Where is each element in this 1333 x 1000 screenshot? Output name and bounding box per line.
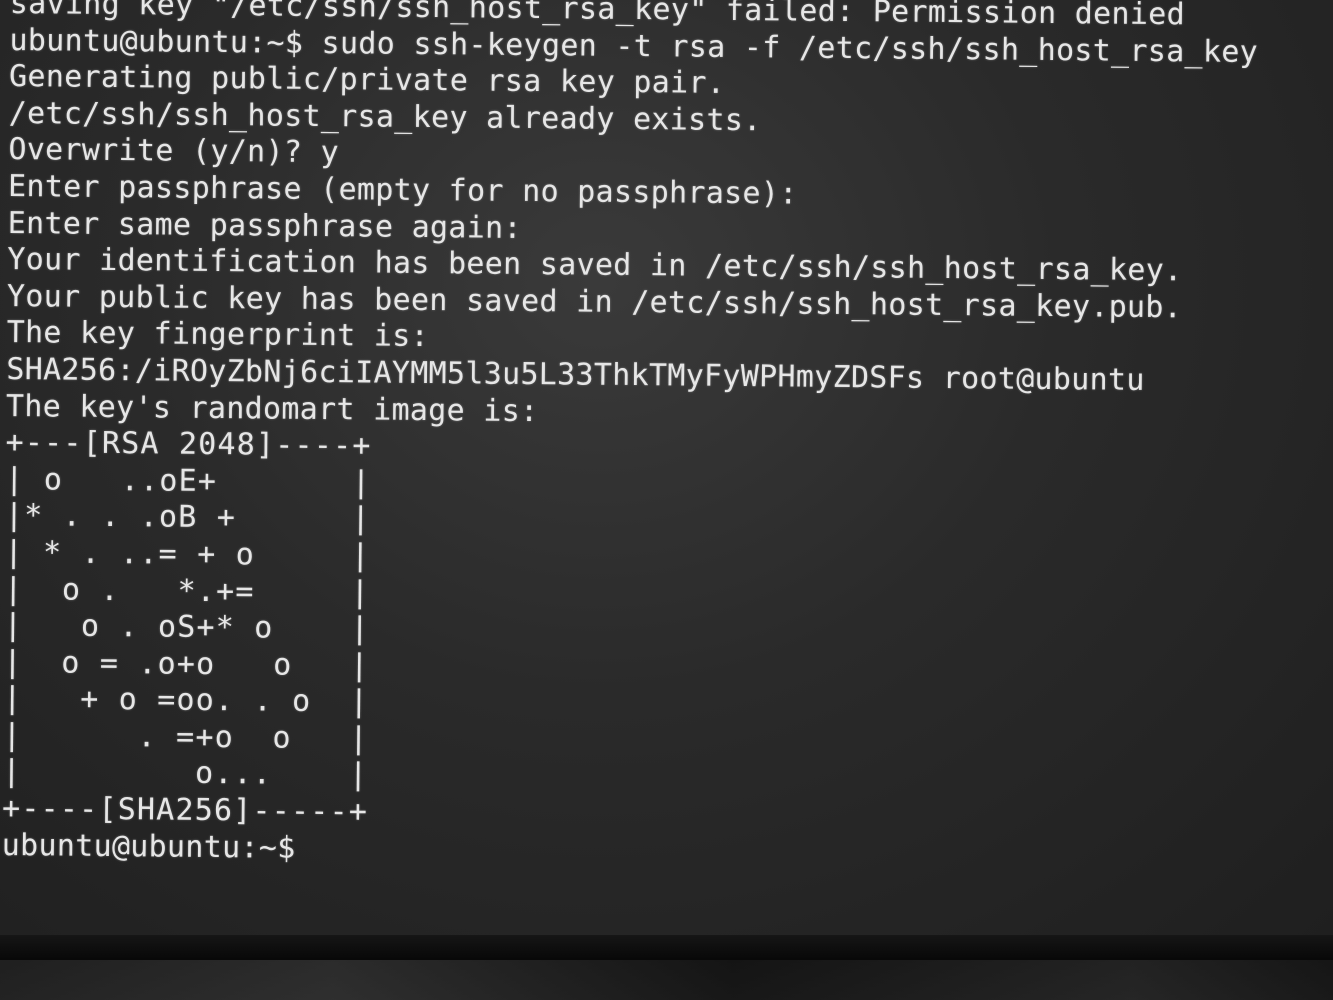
terminal-screen: saving key "/etc/ssh/ssh_host_rsa_key" f…: [0, 0, 1333, 935]
randomart-box: +---[RSA 2048]----+ | o ..oE+ | |* . . .…: [2, 425, 1326, 840]
bezel-reflection: [0, 960, 1333, 1000]
terminal-output[interactable]: saving key "/etc/ssh/ssh_host_rsa_key" f…: [2, 0, 1330, 877]
